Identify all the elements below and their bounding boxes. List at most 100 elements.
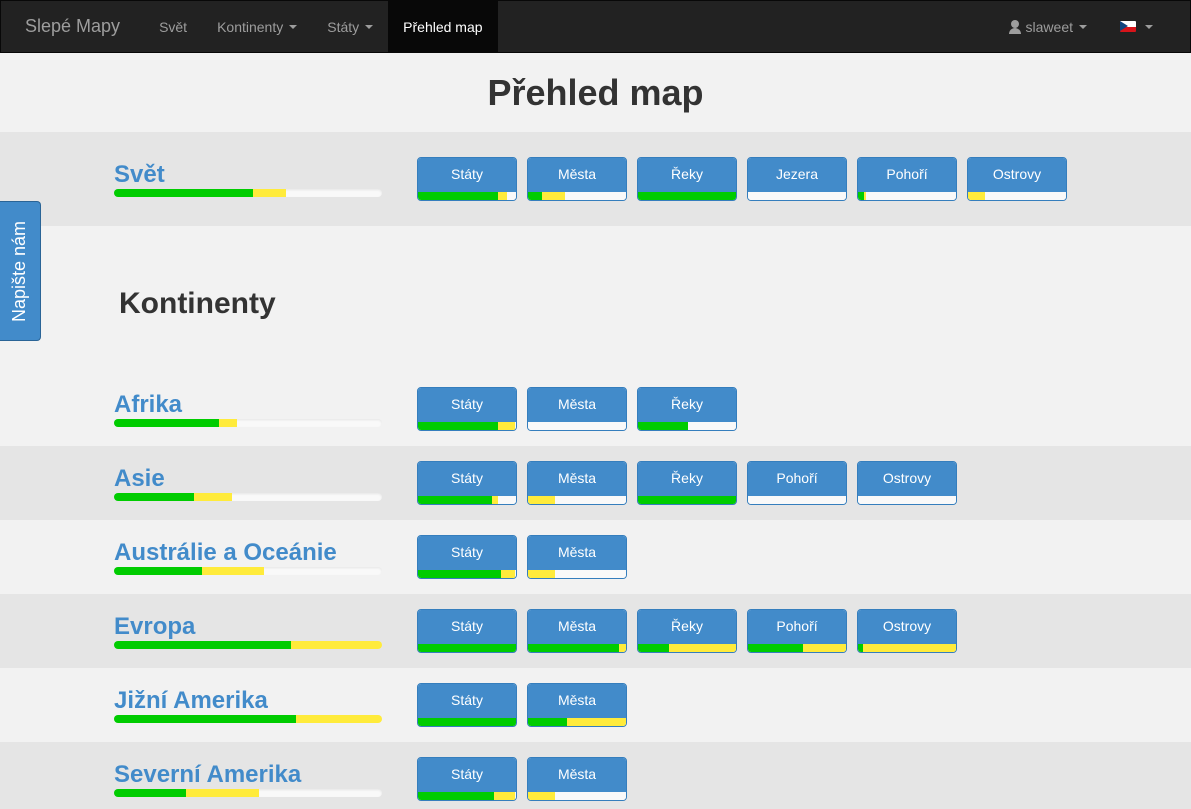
- layer-buttons: Státy Města Řeky Jezera Pohoří Ostrovy: [417, 157, 1067, 201]
- layer-button-label: Státy: [418, 610, 516, 644]
- layer-button[interactable]: Jezera: [747, 157, 847, 201]
- brand-link[interactable]: Slepé Mapy: [1, 1, 144, 52]
- progress-learning: [253, 188, 286, 197]
- caret-down-icon: [365, 24, 374, 29]
- layer-progress-bar: [528, 792, 626, 800]
- map-name-link[interactable]: Svět: [114, 161, 417, 188]
- progress-known: [418, 792, 495, 800]
- progress-learning: [669, 644, 736, 652]
- map-name-link[interactable]: Austrálie a Oceánie: [114, 539, 417, 566]
- map-name-link[interactable]: Afrika: [114, 391, 417, 418]
- layer-button[interactable]: Státy: [417, 609, 517, 653]
- layer-button[interactable]: Řeky: [637, 387, 737, 431]
- layer-progress-bar: [418, 496, 516, 504]
- layer-progress-bar: [418, 792, 516, 800]
- progress-learning: [498, 422, 516, 430]
- map-name-link[interactable]: Asie: [114, 465, 417, 492]
- layer-button[interactable]: Města: [527, 757, 627, 801]
- progress-known: [418, 570, 502, 578]
- layer-progress-bar: [418, 192, 516, 200]
- progress-known: [638, 644, 670, 652]
- layer-button[interactable]: Města: [527, 535, 627, 579]
- layer-button-label: Státy: [418, 158, 516, 192]
- layer-button[interactable]: Města: [527, 157, 627, 201]
- user-menu[interactable]: slaweet: [993, 1, 1102, 52]
- map-name-link[interactable]: Evropa: [114, 613, 417, 640]
- layer-button[interactable]: Státy: [417, 157, 517, 201]
- nav-item-prehled-map[interactable]: Přehled map: [388, 1, 498, 52]
- continent-row: Afrika Státy Města Řeky: [0, 372, 1191, 446]
- layer-progress-bar: [528, 718, 626, 726]
- layer-button[interactable]: Řeky: [637, 609, 737, 653]
- layer-button[interactable]: Řeky: [637, 157, 737, 201]
- language-menu[interactable]: [1102, 1, 1168, 52]
- progress-learning: [528, 570, 556, 578]
- layer-button-label: Státy: [418, 388, 516, 422]
- layer-button-label: Státy: [418, 536, 516, 570]
- nav-item-staty[interactable]: Státy: [312, 1, 388, 52]
- progress-known: [114, 492, 195, 501]
- layer-button-label: Státy: [418, 462, 516, 496]
- layer-button[interactable]: Státy: [417, 535, 517, 579]
- progress-learning: [202, 566, 265, 575]
- layer-button[interactable]: Města: [527, 683, 627, 727]
- layer-button[interactable]: Ostrovy: [967, 157, 1067, 201]
- layer-button[interactable]: Města: [527, 609, 627, 653]
- progress-learning: [802, 644, 846, 652]
- layer-progress-bar: [528, 496, 626, 504]
- progress-known: [418, 644, 516, 652]
- progress-learning: [186, 788, 259, 797]
- layer-button[interactable]: Státy: [417, 757, 517, 801]
- layer-button-label: Města: [528, 388, 626, 422]
- nav-item-svet[interactable]: Svět: [144, 1, 202, 52]
- layer-button-label: Pohoří: [748, 610, 846, 644]
- feedback-button[interactable]: Napište nám: [0, 201, 41, 341]
- layer-progress-bar: [858, 644, 956, 652]
- progress-learning: [494, 792, 516, 800]
- map-info: Asie: [114, 465, 417, 501]
- layer-button[interactable]: Pohoří: [857, 157, 957, 201]
- layer-button-label: Města: [528, 610, 626, 644]
- map-info: Svět: [114, 161, 417, 197]
- map-name-link[interactable]: Severní Amerika: [114, 761, 417, 788]
- nav-item-kontinenty[interactable]: Kontinenty: [202, 1, 312, 52]
- progress-learning: [528, 792, 556, 800]
- layer-buttons: Státy Města Řeky Pohoří Ostrovy: [417, 461, 957, 505]
- map-info: Evropa: [114, 613, 417, 649]
- layer-button-label: Řeky: [638, 462, 736, 496]
- nav-item-label: Kontinenty: [217, 18, 284, 35]
- progress-learning: [498, 192, 508, 200]
- layer-button[interactable]: Pohoří: [747, 609, 847, 653]
- layer-button[interactable]: Ostrovy: [857, 461, 957, 505]
- continent-row: Asie Státy Města Řeky Pohoří Ostrovy: [0, 446, 1191, 520]
- progress-learning: [528, 496, 556, 504]
- layer-progress-bar: [528, 644, 626, 652]
- layer-progress-bar: [418, 570, 516, 578]
- continents-heading: Kontinenty: [119, 287, 276, 320]
- layer-button-label: Řeky: [638, 158, 736, 192]
- layer-progress-bar: [418, 644, 516, 652]
- layer-button[interactable]: Státy: [417, 683, 517, 727]
- layer-button[interactable]: Státy: [417, 387, 517, 431]
- layer-button[interactable]: Ostrovy: [857, 609, 957, 653]
- layer-button[interactable]: Města: [527, 461, 627, 505]
- progress-known: [418, 192, 499, 200]
- progress-learning: [491, 496, 499, 504]
- layer-button[interactable]: Státy: [417, 461, 517, 505]
- nav-item-label: Svět: [159, 18, 188, 35]
- layer-button[interactable]: Města: [527, 387, 627, 431]
- layer-button[interactable]: Řeky: [637, 461, 737, 505]
- map-name-link[interactable]: Jižní Amerika: [114, 687, 417, 714]
- layer-button[interactable]: Pohoří: [747, 461, 847, 505]
- progress-known: [638, 422, 688, 430]
- feedback-label: Napište nám: [9, 220, 30, 322]
- progress-known: [638, 496, 736, 504]
- cz-flag-icon: [1120, 21, 1136, 32]
- map-info: Jižní Amerika: [114, 687, 417, 723]
- progress-known: [114, 788, 187, 797]
- map-progress-bar: [114, 788, 382, 797]
- layer-button-label: Města: [528, 758, 626, 792]
- nav-item-label: Státy: [327, 18, 360, 35]
- progress-known: [418, 496, 492, 504]
- layer-buttons: Státy Města: [417, 683, 627, 727]
